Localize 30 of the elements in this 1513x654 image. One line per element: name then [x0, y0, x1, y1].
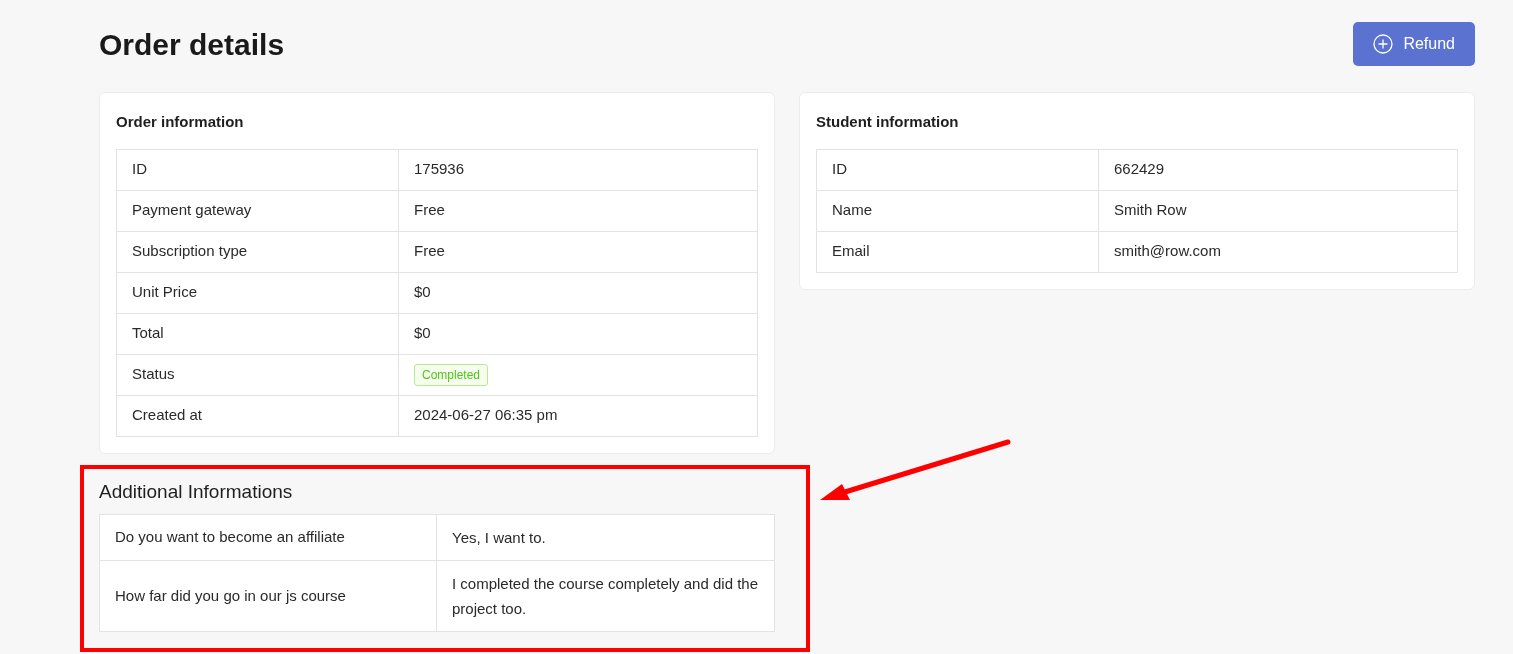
answer-cell: I completed the course completely and did the project too. [436, 560, 775, 632]
page-title: Order details [99, 26, 285, 63]
refund-button[interactable]: Refund [1353, 22, 1475, 66]
value-text: Free [414, 242, 445, 260]
question-cell: Do you want to become an affiliate [99, 514, 437, 561]
label-cell: Payment gateway [116, 190, 399, 231]
question-cell: How far did you go in our js course [99, 560, 437, 632]
value-text: Smith Row [1114, 201, 1187, 219]
section-title: Additional Informations [99, 479, 294, 504]
label-cell: Total [116, 313, 399, 354]
value-text: Free [414, 201, 445, 219]
value-text: 662429 [1114, 160, 1165, 178]
label-cell: Email [816, 231, 1099, 272]
label-cell: ID [116, 149, 399, 190]
plus-circle-icon [1373, 34, 1394, 54]
value-text: 175936 [414, 160, 465, 178]
label-cell: Created at [116, 395, 399, 436]
card-title: Student information [816, 112, 960, 132]
card-title: Order information [116, 112, 245, 132]
value-text: $0 [414, 283, 431, 301]
status-badge: Completed [414, 364, 489, 386]
label-cell: ID [816, 149, 1099, 190]
label-cell: Subscription type [116, 231, 399, 272]
value-text: 2024-06-27 06:35 pm [414, 406, 558, 424]
answer-cell: Yes, I want to. [436, 514, 775, 561]
value-text: $0 [414, 324, 431, 342]
label-cell: Name [816, 190, 1099, 231]
label-cell: Unit Price [116, 272, 399, 313]
label-cell: Status [116, 354, 399, 395]
value-text: smith@row.com [1114, 242, 1221, 260]
